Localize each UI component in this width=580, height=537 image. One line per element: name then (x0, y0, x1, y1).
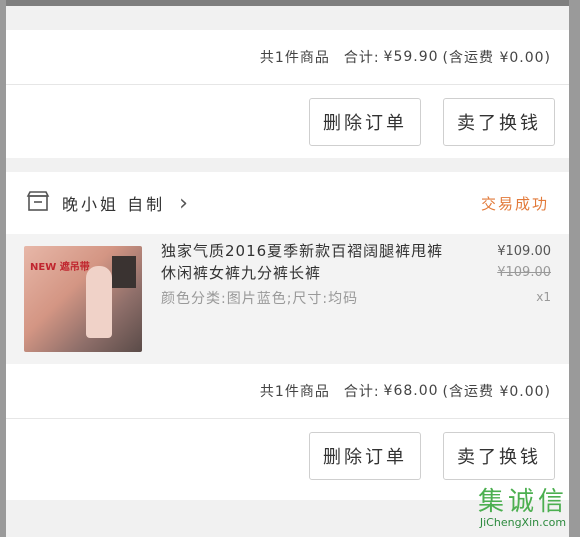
delete-order-button[interactable]: 删除订单 (309, 98, 421, 146)
item-count: 共1件商品 (259, 384, 330, 400)
figure (86, 266, 112, 338)
order-status: 交易成功 (480, 194, 549, 213)
original-price: ¥109.00 (497, 265, 551, 280)
watermark-url: JiChengXin.com (479, 516, 567, 529)
right-edge (569, 0, 580, 537)
watermark-logo: 集诚信 (477, 487, 568, 517)
section-gap (6, 6, 569, 30)
order-actions: 删除订单 卖了换钱 (6, 85, 569, 159)
shop-header[interactable]: 晚小姐 自制 › 交易成功 (6, 172, 569, 234)
window (112, 256, 136, 288)
order-actions: 删除订单 卖了换钱 (6, 419, 569, 493)
thumb-text: NEW 遮吊带 (30, 262, 90, 273)
watermark: 集诚信 JiChengXin.com (478, 488, 568, 529)
delete-order-button[interactable]: 删除订单 (309, 432, 421, 480)
order-card: 晚小姐 自制 › 交易成功 NEW 遮吊带 独家气质2016夏季新款百褶阔腿裤甩… (6, 172, 569, 493)
product-qty: x1 (536, 290, 551, 304)
order-summary: 共1件商品 合计: ¥68.00 (含运费 ¥0.00) (6, 364, 569, 419)
total-value: ¥59.90 (383, 49, 439, 65)
chevron-right-icon[interactable]: › (179, 191, 188, 216)
shipping-text: (含运费 ¥0.00) (442, 50, 551, 66)
order-item[interactable]: NEW 遮吊带 独家气质2016夏季新款百褶阔腿裤甩裤休闲裤女裤九分裤长裤 颜色… (6, 234, 569, 364)
product-price: ¥109.00 (497, 244, 551, 259)
total-value: ¥68.00 (383, 383, 439, 399)
product-image[interactable]: NEW 遮吊带 (24, 246, 142, 352)
shop-name[interactable]: 晚小姐 自制 (62, 191, 165, 215)
product-title[interactable]: 独家气质2016夏季新款百褶阔腿裤甩裤休闲裤女裤九分裤长裤 (161, 240, 451, 284)
sell-for-cash-button[interactable]: 卖了换钱 (443, 98, 555, 146)
shipping-text: (含运费 ¥0.00) (442, 384, 551, 400)
total-label: 合计: (343, 384, 380, 400)
section-gap (6, 158, 569, 172)
item-count: 共1件商品 (259, 50, 330, 66)
shop-icon (26, 190, 50, 216)
total-label: 合计: (343, 50, 380, 66)
sell-for-cash-button[interactable]: 卖了换钱 (443, 432, 555, 480)
product-sku: 颜色分类:图片蓝色;尺寸:均码 (161, 291, 359, 307)
order-summary: 共1件商品 合计: ¥59.90 (含运费 ¥0.00) 删除订单 卖了换钱 (6, 30, 569, 159)
